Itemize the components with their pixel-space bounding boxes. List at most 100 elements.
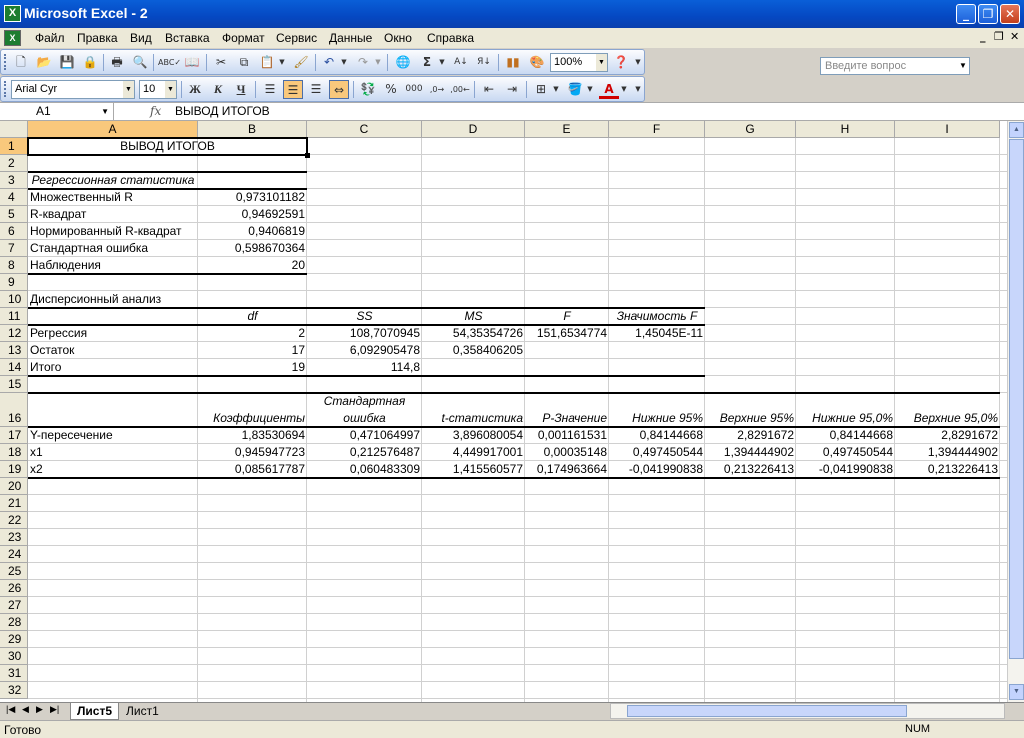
cell-c16-line1[interactable]: Стандартная [307, 393, 422, 410]
cell-f12[interactable]: 1,45045E-11 [609, 325, 705, 342]
row-header-7[interactable]: 7 [0, 240, 28, 257]
workbook-close-button[interactable]: ✕ [1010, 30, 1019, 43]
cell-e18[interactable]: 0,00035148 [525, 444, 609, 461]
research-icon[interactable]: 📖 [182, 53, 202, 72]
font-select[interactable]: Arial Cyr ▼ [11, 80, 135, 99]
column-header-c[interactable]: C [307, 121, 422, 138]
column-header-d[interactable]: D [422, 121, 525, 138]
last-sheet-icon[interactable]: ▶| [50, 704, 59, 715]
cell-i16[interactable]: Верхние 95,0% [895, 410, 1000, 427]
cell-a18[interactable]: x1 [28, 444, 198, 461]
vertical-scrollbar[interactable]: ▲ ▼ [1007, 121, 1024, 702]
cell-c13[interactable]: 6,092905478 [307, 342, 422, 359]
paste-icon[interactable]: 📋 [257, 53, 277, 72]
borders-icon[interactable]: ⊞ [531, 80, 551, 99]
cell-b17[interactable]: 1,83530694 [198, 427, 307, 444]
row-header-27[interactable]: 27 [0, 597, 28, 614]
align-right-icon[interactable]: ☰ [306, 80, 326, 99]
cell-a8[interactable]: Наблюдения [28, 257, 198, 274]
chevron-down-icon[interactable]: ▼ [957, 58, 969, 74]
insert-function-icon[interactable]: fx [150, 103, 161, 120]
redo-chevron-icon[interactable]: ▼ [373, 53, 383, 72]
decrease-decimal-icon[interactable]: ,00← [450, 80, 470, 99]
cell-c14[interactable]: 114,8 [307, 359, 422, 376]
cell-e12[interactable]: 151,6534774 [525, 325, 609, 342]
restore-button[interactable]: ❐ [978, 4, 998, 24]
row-header-25[interactable]: 25 [0, 563, 28, 580]
borders-chevron-icon[interactable]: ▼ [551, 80, 561, 99]
hyperlink-icon[interactable]: 🌐 [393, 53, 413, 72]
column-header-f[interactable]: F [609, 121, 705, 138]
row-header-21[interactable]: 21 [0, 495, 28, 512]
cell-a5[interactable]: R-квадрат [28, 206, 198, 223]
cell-a10[interactable]: Дисперсионный анализ [28, 291, 198, 308]
cell-f19[interactable]: -0,041990838 [609, 461, 705, 478]
vertical-scroll-thumb[interactable] [1009, 139, 1024, 659]
chevron-down-icon[interactable]: ▼ [165, 81, 176, 98]
horizontal-scroll-thumb[interactable] [627, 705, 907, 717]
cell-h18[interactable]: 0,497450544 [796, 444, 895, 461]
cell-g16[interactable]: Верхние 95% [705, 410, 796, 427]
cell-d11[interactable]: MS [422, 308, 525, 325]
fill-color-icon[interactable]: 🪣 [565, 80, 585, 99]
menu-window[interactable]: Окно [384, 31, 412, 45]
row-header-9[interactable]: 9 [0, 274, 28, 291]
underline-icon[interactable]: Ч [231, 80, 251, 99]
undo-chevron-icon[interactable]: ▼ [339, 53, 349, 72]
toolbar-grip-icon[interactable] [4, 81, 7, 97]
thousands-icon[interactable]: 000 [404, 80, 424, 99]
cell-b13[interactable]: 17 [198, 342, 307, 359]
cell-c18[interactable]: 0,212576487 [307, 444, 422, 461]
cell-b11[interactable]: df [198, 308, 307, 325]
percent-icon[interactable]: % [381, 80, 401, 99]
cell-d18[interactable]: 4,449917001 [422, 444, 525, 461]
column-header-i[interactable]: I [895, 121, 1000, 138]
bold-icon[interactable]: Ж [185, 80, 205, 99]
row-header-26[interactable]: 26 [0, 580, 28, 597]
menu-file[interactable]: Файл [35, 31, 65, 45]
cell-b5[interactable]: 0,94692591 [198, 206, 307, 223]
column-header-a[interactable]: A [28, 121, 198, 138]
cell-b12[interactable]: 2 [198, 325, 307, 342]
cell-e17[interactable]: 0,001161531 [525, 427, 609, 444]
row-header-8[interactable]: 8 [0, 257, 28, 274]
cell-c19[interactable]: 0,060483309 [307, 461, 422, 478]
cell-a6[interactable]: Нормированный R-квадрат [28, 223, 198, 240]
cell-b18[interactable]: 0,945947723 [198, 444, 307, 461]
redo-icon[interactable]: ↷ [353, 53, 373, 72]
row-header-5[interactable]: 5 [0, 206, 28, 223]
cell-d13[interactable]: 0,358406205 [422, 342, 525, 359]
cell-g19[interactable]: 0,213226413 [705, 461, 796, 478]
row-header-32[interactable]: 32 [0, 682, 28, 699]
cell-b19[interactable]: 0,085617787 [198, 461, 307, 478]
cell-b16[interactable]: Коэффициенты [198, 410, 307, 427]
worksheet-grid[interactable]: A B C D E F G H I 1 2 3 4 5 6 7 8 9 10 11 12 13 14 15 16 17 18 19 20… [0, 121, 1007, 702]
help-question-input[interactable]: Введите вопрос ▼ [820, 57, 970, 75]
row-header-3[interactable]: 3 [0, 172, 28, 189]
font-size-select[interactable]: 10 ▼ [139, 80, 177, 99]
new-document-icon[interactable]: 🗋 [11, 53, 31, 72]
merge-center-icon[interactable]: ⇔ [329, 80, 349, 99]
cell-f17[interactable]: 0,84144668 [609, 427, 705, 444]
cell-a17[interactable]: Y-пересечение [28, 427, 198, 444]
toolbar-options-icon[interactable]: ▼ [633, 53, 643, 72]
sheet-tab-list5[interactable]: Лист5 [70, 703, 120, 720]
font-color-chevron-icon[interactable]: ▼ [619, 80, 629, 99]
cell-d16[interactable]: t-статистика [422, 410, 525, 427]
print-icon[interactable]: 🖶 [107, 53, 127, 72]
cell-b14[interactable]: 19 [198, 359, 307, 376]
cell-a19[interactable]: x2 [28, 461, 198, 478]
italic-icon[interactable]: К [208, 80, 228, 99]
cell-b4[interactable]: 0,973101182 [198, 189, 307, 206]
cell-d12[interactable]: 54,35354726 [422, 325, 525, 342]
column-header-g[interactable]: G [705, 121, 796, 138]
column-header-h[interactable]: H [796, 121, 895, 138]
chevron-down-icon[interactable]: ▼ [123, 81, 134, 98]
align-left-icon[interactable]: ☰ [260, 80, 280, 99]
format-painter-icon[interactable]: 🖌 [291, 53, 311, 72]
cell-a12[interactable]: Регрессия [28, 325, 198, 342]
cell-c17[interactable]: 0,471064997 [307, 427, 422, 444]
row-header-12[interactable]: 12 [0, 325, 28, 342]
close-button[interactable]: ✕ [1000, 4, 1020, 24]
cell-a14[interactable]: Итого [28, 359, 198, 376]
